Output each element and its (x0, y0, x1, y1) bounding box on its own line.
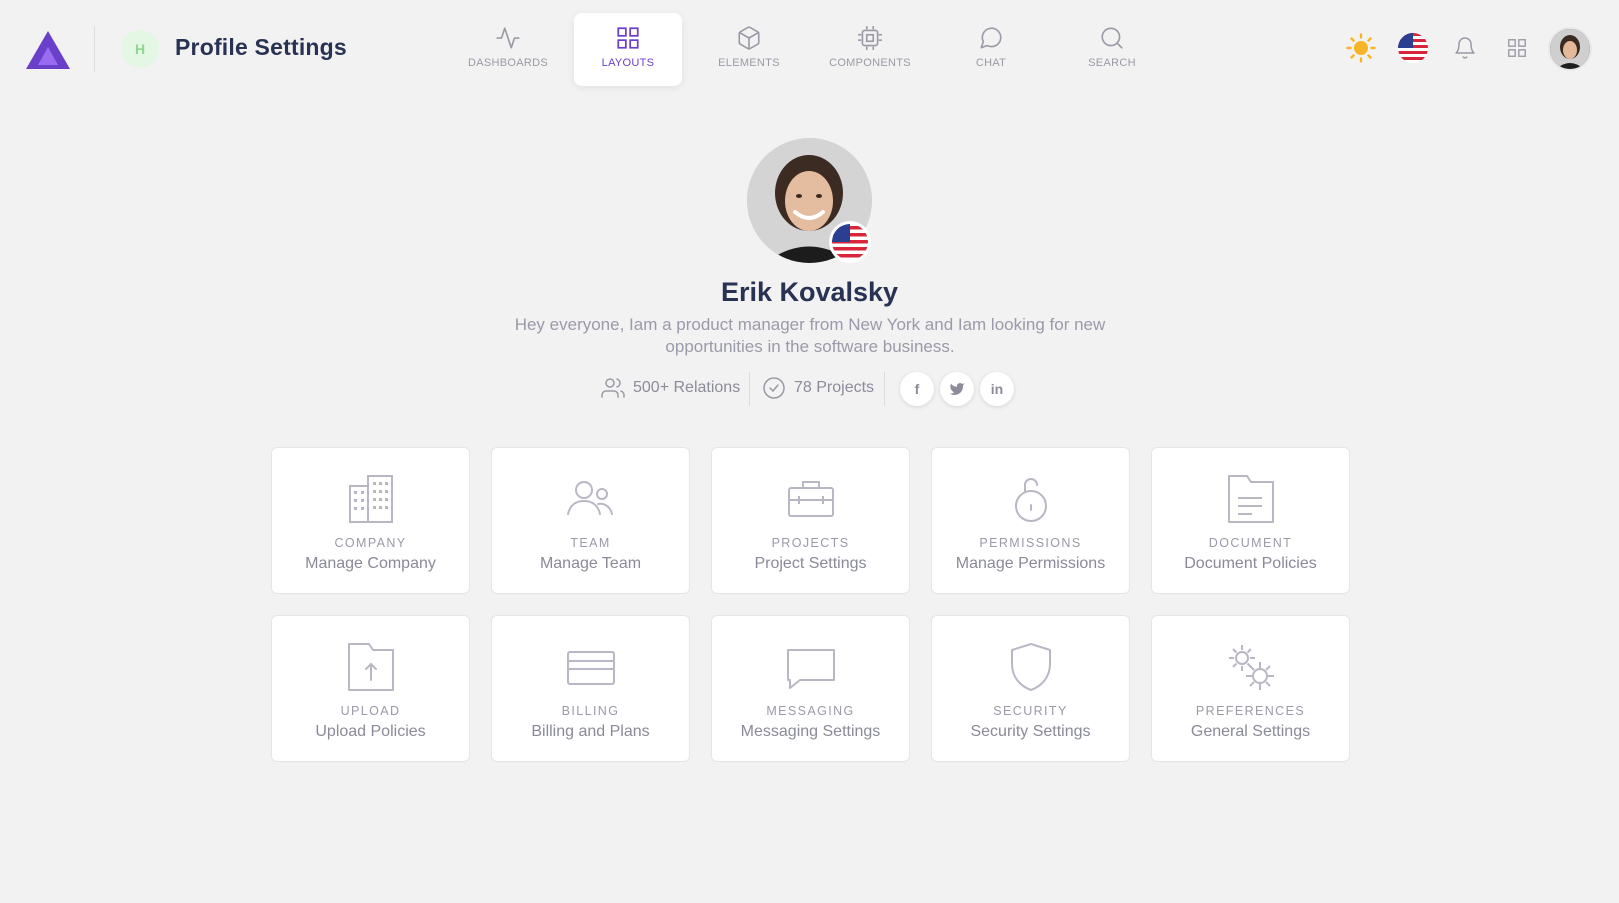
settings-grid: COMPANY Manage Company TEAM Manage Team … (271, 447, 1351, 762)
nav-label: DASHBOARDS (467, 57, 549, 69)
apps-grid-icon (1508, 39, 1526, 57)
activity-icon (496, 27, 520, 49)
card-projects[interactable]: PROJECTS Project Settings (711, 447, 910, 594)
linkedin-icon: in (990, 381, 1004, 397)
relations-count: 500+ Relations (633, 379, 741, 396)
nav-label: ELEMENTS (718, 57, 780, 69)
twitter-button[interactable] (940, 372, 974, 406)
card-label: Document Policies (1184, 555, 1317, 572)
nav-label: CHAT (975, 57, 1007, 69)
user-avatar[interactable] (1550, 29, 1590, 69)
header-divider (94, 26, 95, 72)
briefcase-icon (787, 481, 834, 517)
nav-label: COMPONENTS (829, 57, 911, 69)
profile-name: Erik Kovalsky (720, 277, 899, 307)
cpu-icon (858, 26, 882, 50)
card-upload[interactable]: UPLOAD Upload Policies (271, 615, 470, 762)
profile-bio: Hey everyone, Iam a product manager from… (514, 315, 1106, 356)
building-icon (348, 475, 393, 523)
card-label: Manage Company (305, 555, 436, 572)
chat-bubble-icon (980, 27, 1002, 49)
us-flag-icon (832, 224, 868, 260)
nav-components[interactable]: COMPONENTS (816, 13, 924, 86)
card-category: PREFERENCES (1195, 704, 1306, 718)
nav-dashboards[interactable]: DASHBOARDS (454, 13, 562, 86)
card-label: Messaging Settings (740, 723, 881, 740)
card-category: UPLOAD (340, 704, 401, 718)
page-title: Profile Settings (175, 34, 347, 60)
search-icon (1101, 27, 1123, 49)
projects-stat: 78 Projects (762, 376, 874, 400)
page-badge: H (121, 30, 159, 68)
shield-icon (1010, 643, 1051, 691)
top-navbar: H Profile Settings DASHBOARDS LAYOUTS EL… (0, 0, 1619, 98)
unlock-icon (1014, 478, 1047, 522)
card-document[interactable]: DOCUMENT Document Policies (1151, 447, 1350, 594)
card-label: Security Settings (970, 723, 1091, 740)
nav-layouts[interactable]: LAYOUTS (574, 13, 682, 86)
linkedin-button[interactable]: in (980, 372, 1014, 406)
apps-button[interactable] (1497, 28, 1537, 68)
grid-icon (617, 27, 639, 49)
profile-stats: 500+ Relations 78 Projects (0, 372, 1619, 408)
card-category: PROJECTS (771, 536, 850, 550)
card-billing[interactable]: BILLING Billing and Plans (491, 615, 690, 762)
card-category: DOCUMENT (1208, 536, 1293, 550)
card-permissions[interactable]: PERMISSIONS Manage Permissions (931, 447, 1130, 594)
notifications-button[interactable] (1445, 28, 1485, 68)
card-team[interactable]: TEAM Manage Team (491, 447, 690, 594)
user-photo (1550, 29, 1590, 69)
theme-toggle[interactable] (1341, 28, 1381, 68)
box-icon (738, 26, 760, 50)
card-label: Manage Team (539, 555, 642, 572)
projects-count: 78 Projects (794, 379, 875, 396)
brand-logo[interactable] (24, 29, 72, 71)
nav-chat[interactable]: CHAT (937, 13, 1045, 86)
document-icon (1227, 475, 1274, 523)
gears-icon (1228, 645, 1274, 690)
card-label: Manage Permissions (955, 555, 1106, 572)
relations-stat: 500+ Relations (601, 376, 740, 400)
facebook-icon: f (914, 381, 920, 397)
nav-elements[interactable]: ELEMENTS (695, 13, 803, 86)
card-category: SECURITY (993, 704, 1068, 718)
folder-upload-icon (347, 643, 394, 691)
card-preferences[interactable]: PREFERENCES General Settings (1151, 615, 1350, 762)
sun-icon (1346, 33, 1376, 63)
bell-icon (1455, 37, 1475, 59)
card-label: General Settings (1190, 723, 1311, 740)
card-category: COMPANY (334, 536, 407, 550)
stat-divider (884, 372, 885, 406)
card-company[interactable]: COMPANY Manage Company (271, 447, 470, 594)
card-security[interactable]: SECURITY Security Settings (931, 615, 1130, 762)
card-category: MESSAGING (766, 704, 855, 718)
card-messaging[interactable]: MESSAGING Messaging Settings (711, 615, 910, 762)
card-category: BILLING (561, 704, 620, 718)
language-selector[interactable] (1393, 28, 1433, 68)
nav-label: LAYOUTS (601, 57, 655, 69)
users-icon (601, 378, 625, 398)
twitter-icon (949, 382, 965, 395)
card-category: PERMISSIONS (979, 536, 1082, 550)
card-label: Upload Policies (315, 723, 426, 740)
nav-label: SEARCH (1088, 57, 1136, 69)
facebook-button[interactable]: f (900, 372, 934, 406)
nav-search[interactable]: SEARCH (1058, 13, 1166, 86)
us-flag-icon (1398, 33, 1428, 63)
card-label: Billing and Plans (531, 723, 650, 740)
message-square-icon (786, 649, 835, 689)
check-circle-icon (763, 377, 785, 399)
card-label: Project Settings (754, 555, 867, 572)
profile-flag-badge (829, 221, 871, 263)
stat-divider (749, 372, 750, 406)
credit-card-icon (566, 651, 615, 685)
users-icon (566, 481, 613, 515)
card-category: TEAM (570, 536, 611, 550)
